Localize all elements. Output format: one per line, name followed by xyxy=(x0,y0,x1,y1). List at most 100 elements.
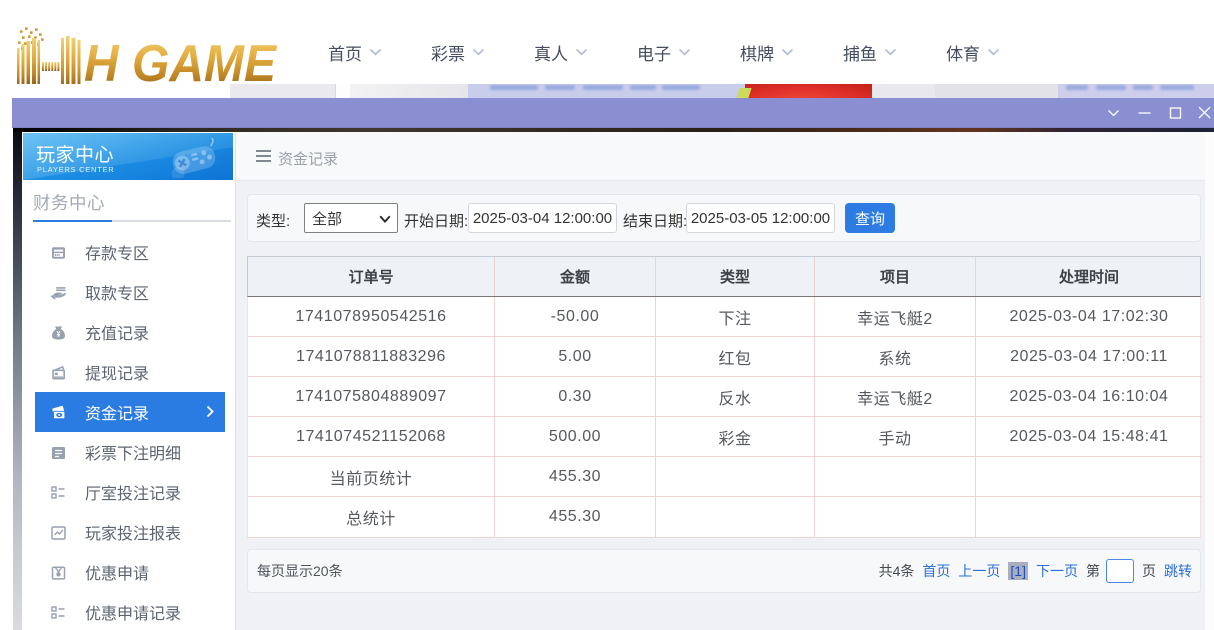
table-row: 1741074521152068500.00彩金手动2025-03-04 15:… xyxy=(248,417,1200,457)
nav-label: 棋牌 xyxy=(740,40,774,65)
table-cell: 0.30 xyxy=(495,377,656,417)
chevron-down-icon xyxy=(369,48,382,56)
nav-label: 真人 xyxy=(534,40,568,65)
menu-toggle-bar xyxy=(256,155,271,157)
sidebar-item-icon xyxy=(50,364,67,381)
banner-text-blur xyxy=(630,85,656,90)
chevron-right-icon xyxy=(206,405,214,418)
banner-text-blur xyxy=(1066,85,1088,90)
table-cell: 2025-03-04 15:48:41 xyxy=(976,417,1202,457)
sidebar-item-4[interactable]: 资金记录 xyxy=(35,392,225,432)
table-cell xyxy=(976,497,1202,537)
screen: H GAME 首页 彩票 真人 电子 棋牌 捕鱼 体育 玩家中心 PLAYERS CENTE… xyxy=(0,0,1214,630)
dialog-frame-left xyxy=(13,132,22,630)
sidebar-item-0[interactable]: 存款专区 xyxy=(35,232,225,272)
chevron-down-icon xyxy=(472,48,485,56)
banner-fragment xyxy=(872,84,935,98)
site-logo[interactable]: H GAME xyxy=(8,24,278,90)
start-date-input[interactable]: 2025-03-04 12:00:00 xyxy=(468,203,617,233)
dialog-collapse-icon[interactable] xyxy=(1106,106,1121,120)
banner-fragment xyxy=(745,84,872,98)
table-row: 总统计455.30 xyxy=(248,497,1200,537)
table-cell: 2025-03-04 17:02:30 xyxy=(976,297,1202,337)
table-cell: 手动 xyxy=(815,417,976,457)
sidebar-item-7[interactable]: 玩家投注报表 xyxy=(35,512,225,552)
start-date-label: 开始日期: xyxy=(404,210,468,231)
banner-text-blur xyxy=(1096,85,1126,90)
sidebar-title: 玩家中心 xyxy=(36,140,114,167)
table-cell: 幸运飞艇2 xyxy=(815,377,976,417)
jump-link[interactable]: 跳转 xyxy=(1164,561,1192,581)
table-cell: 455.30 xyxy=(495,457,656,497)
pagination-bar: 每页显示20条 共4条 首页 上一页 [1] 下一页 第 页 跳转 xyxy=(247,549,1201,593)
prev-page-link[interactable]: 上一页 xyxy=(958,561,1000,581)
page-size-text: 每页显示20条 xyxy=(257,561,343,581)
nav-item-2[interactable]: 真人 xyxy=(534,40,588,65)
nav-item-5[interactable]: 捕鱼 xyxy=(843,40,897,65)
sidebar-item-icon xyxy=(50,244,67,261)
main-nav: 首页 彩票 真人 电子 棋牌 捕鱼 体育 xyxy=(328,20,1049,84)
chevron-down-icon xyxy=(575,48,588,56)
sidebar-item-5[interactable]: 彩票下注明细 xyxy=(35,432,225,472)
search-button[interactable]: 查询 xyxy=(845,203,895,233)
sidebar-item-label: 充值记录 xyxy=(85,320,149,344)
end-date-label: 结束日期: xyxy=(623,210,687,231)
table-cell: 1741075804889097 xyxy=(248,377,495,417)
menu-toggle-bar xyxy=(256,160,271,162)
nav-item-1[interactable]: 彩票 xyxy=(431,40,485,65)
sidebar-item-icon xyxy=(50,604,67,621)
sidebar-item-3[interactable]: 提现记录 xyxy=(35,352,225,392)
nav-item-3[interactable]: 电子 xyxy=(637,40,691,65)
dialog-close-icon[interactable] xyxy=(1197,106,1212,120)
dialog-maximize-icon[interactable] xyxy=(1168,106,1183,120)
table-cell: -50.00 xyxy=(495,297,656,337)
table-cell xyxy=(815,497,976,537)
main-content: 资金记录 类型: 全部 开始日期: 2025-03-04 12:00:00 结束… xyxy=(236,132,1205,630)
table-cell: 红包 xyxy=(656,337,815,377)
sidebar-item-icon xyxy=(50,284,67,301)
pagination-controls: 共4条 首页 上一页 [1] 下一页 第 页 跳转 xyxy=(871,559,1192,583)
sidebar-item-9[interactable]: 优惠申请记录 xyxy=(35,592,225,630)
nav-item-6[interactable]: 体育 xyxy=(946,40,1000,65)
table-cell: 当前页统计 xyxy=(248,457,495,497)
sidebar-item-icon xyxy=(50,524,67,541)
banner-text-blur xyxy=(662,85,700,90)
table-cell xyxy=(976,457,1202,497)
svg-text:H GAME: H GAME xyxy=(84,35,277,90)
table-cell xyxy=(656,497,815,537)
menu-toggle-icon[interactable] xyxy=(256,150,271,162)
first-page-link[interactable]: 首页 xyxy=(922,561,950,581)
table-cell: 5.00 xyxy=(495,337,656,377)
banner-text-blur xyxy=(1133,85,1153,90)
dialog-titlebar[interactable] xyxy=(12,98,1214,128)
sidebar-subtitle: PLAYERS CENTER xyxy=(37,165,114,174)
sidebar-item-8[interactable]: 优惠申请 xyxy=(35,552,225,592)
end-date-input[interactable]: 2025-03-05 12:00:00 xyxy=(686,203,835,233)
page-number-input[interactable] xyxy=(1106,559,1134,583)
type-select[interactable]: 全部 xyxy=(304,203,398,233)
sidebar-item-2[interactable]: 充值记录 xyxy=(35,312,225,352)
breadcrumb-bar: 资金记录 xyxy=(236,132,1205,181)
table-row: 1741078950542516-50.00下注幸运飞艇22025-03-04 … xyxy=(248,297,1200,337)
table-cell xyxy=(815,457,976,497)
banner-fragment xyxy=(336,84,350,98)
type-label: 类型: xyxy=(256,210,290,231)
banner-fragment xyxy=(350,84,468,98)
sidebar-item-6[interactable]: 厅室投注记录 xyxy=(35,472,225,512)
table-cell: 455.30 xyxy=(495,497,656,537)
nav-label: 体育 xyxy=(946,40,980,65)
sidebar-item-label: 资金记录 xyxy=(85,400,149,424)
nav-item-0[interactable]: 首页 xyxy=(328,40,382,65)
table-cell: 下注 xyxy=(656,297,815,337)
nav-item-4[interactable]: 棋牌 xyxy=(740,40,794,65)
banner-fragment xyxy=(0,84,230,98)
jump-pre-label: 第 xyxy=(1086,561,1100,581)
table-row: 17410788118832965.00红包系统2025-03-04 17:00… xyxy=(248,337,1200,377)
next-page-link[interactable]: 下一页 xyxy=(1036,561,1078,581)
chevron-down-icon xyxy=(781,48,794,56)
table-cell: 幸运飞艇2 xyxy=(815,297,976,337)
dialog-minimize-icon[interactable] xyxy=(1137,106,1152,120)
table-cell: 2025-03-04 17:00:11 xyxy=(976,337,1202,377)
sidebar-item-1[interactable]: 取款专区 xyxy=(35,272,225,312)
sidebar-item-label: 优惠申请 xyxy=(85,560,149,584)
